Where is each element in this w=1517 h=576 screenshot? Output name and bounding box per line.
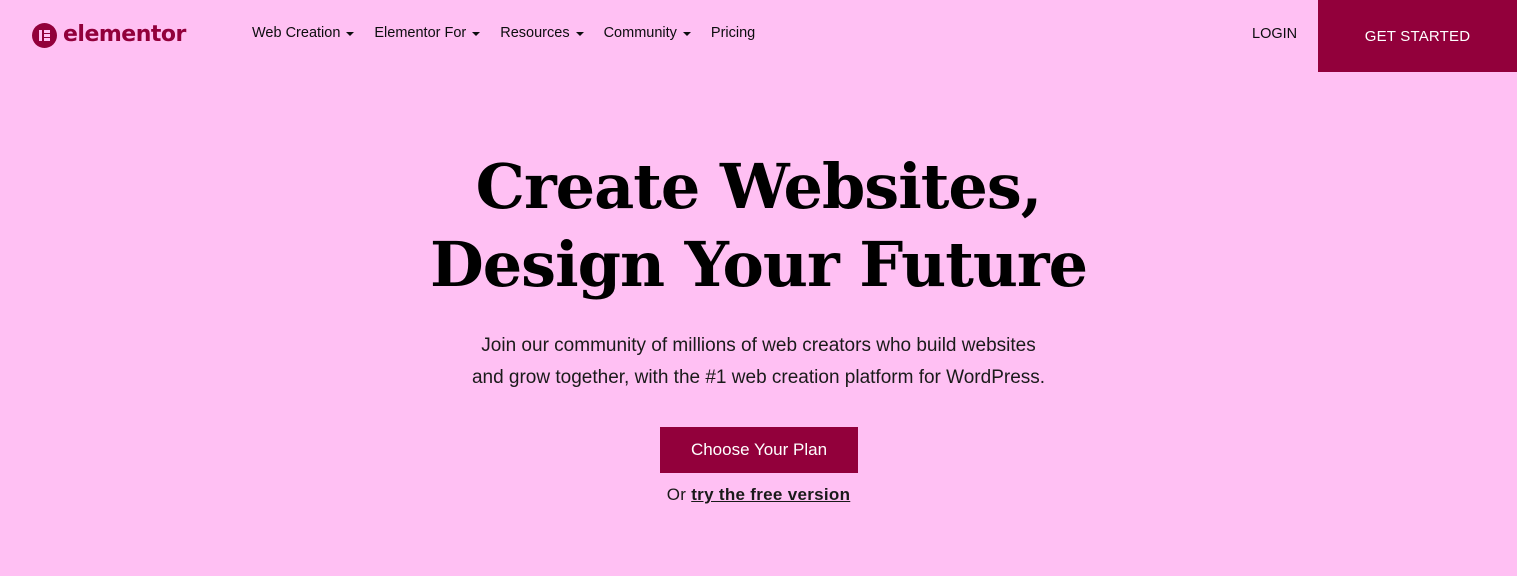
- nav-item-label: Elementor For: [374, 25, 467, 41]
- hero-title-line: Design Your Future: [429, 228, 1088, 301]
- nav-item-web-creation[interactable]: Web Creation: [252, 25, 355, 41]
- nav-item-elementor-for[interactable]: Elementor For: [374, 25, 481, 41]
- free-version-prefix: Or: [666, 485, 687, 504]
- nav-item-label: Resources: [500, 25, 570, 41]
- nav-item-label: Pricing: [710, 25, 756, 41]
- main-nav: Web Creation Elementor For Resources Com…: [252, 25, 775, 41]
- nav-item-community[interactable]: Community: [604, 25, 691, 41]
- elementor-logo-icon: [32, 22, 57, 48]
- caret-down-icon: [346, 32, 355, 36]
- free-version-link[interactable]: try the free version: [691, 485, 850, 504]
- choose-plan-button[interactable]: Choose Your Plan: [660, 427, 858, 473]
- hero-subtitle-line: Join our community of millions of web cr…: [481, 335, 1036, 356]
- free-version-line: Or try the free version: [0, 485, 1517, 505]
- site-header: elementor Web Creation Elementor For Res…: [0, 0, 1517, 72]
- hero-title: Create Websites, Design Your Future: [0, 148, 1517, 304]
- nav-item-label: Community: [603, 25, 677, 41]
- hero-subtitle-line: and grow together, with the #1 web creat…: [471, 367, 1046, 388]
- login-link[interactable]: LOGIN: [1252, 26, 1297, 42]
- hero-title-line: Create Websites,: [475, 150, 1043, 223]
- get-started-button[interactable]: GET STARTED: [1318, 0, 1517, 72]
- caret-down-icon: [575, 32, 584, 36]
- nav-item-label: Web Creation: [252, 25, 341, 41]
- hero-subtitle: Join our community of millions of web cr…: [0, 330, 1517, 394]
- elementor-logo[interactable]: elementor: [32, 22, 186, 48]
- nav-item-pricing[interactable]: Pricing: [711, 25, 755, 41]
- nav-item-resources[interactable]: Resources: [500, 25, 584, 41]
- caret-down-icon: [682, 32, 691, 36]
- logo-wordmark: elementor: [63, 22, 186, 47]
- caret-down-icon: [472, 32, 481, 36]
